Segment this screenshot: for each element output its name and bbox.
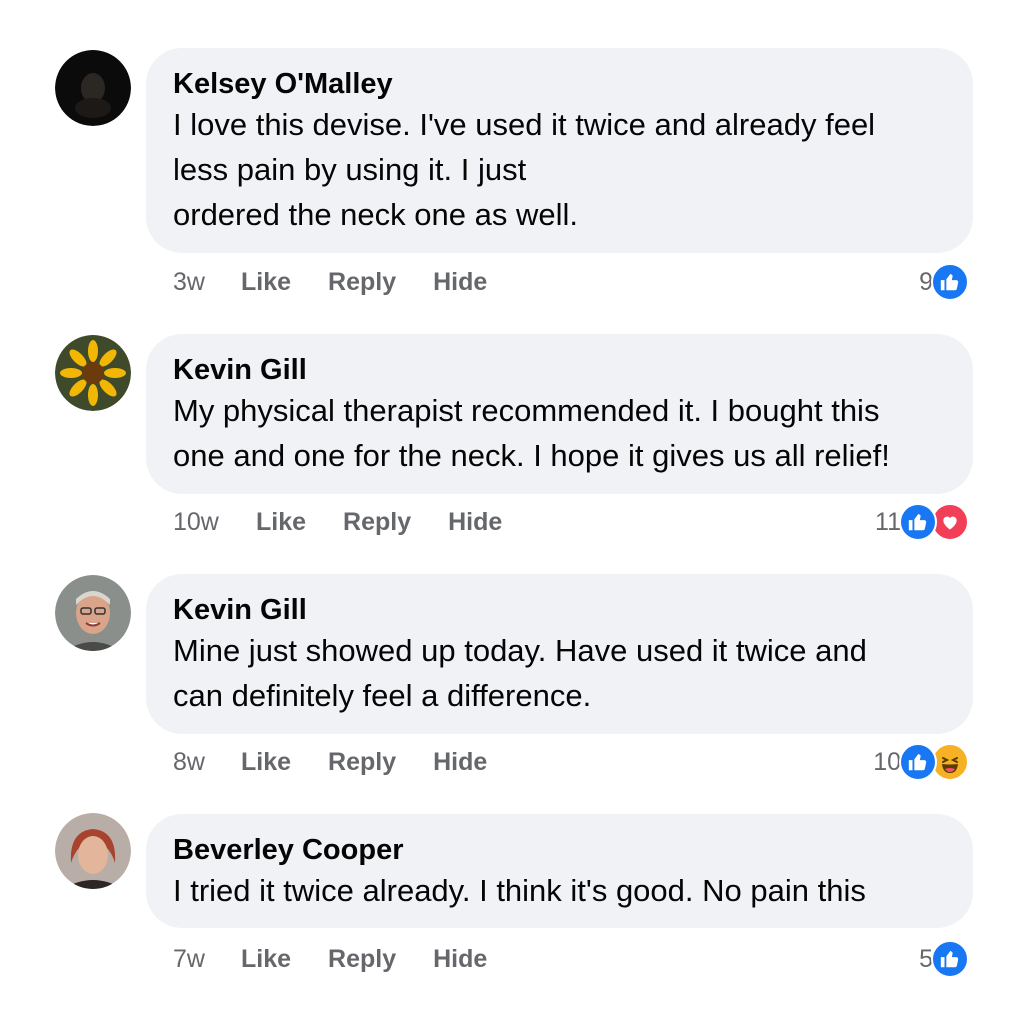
comment-text: My physical therapist recommended it. I … — [173, 393, 890, 473]
comment-actions: 8w Like Reply Hide — [173, 742, 524, 782]
comment-text: I love this devise. I've used it twice a… — [173, 107, 876, 232]
reaction-summary[interactable]: 9 — [919, 262, 969, 302]
comment-author[interactable]: Kevin Gill — [173, 592, 946, 628]
like-button[interactable]: Like — [241, 748, 291, 777]
avatar[interactable] — [55, 335, 131, 411]
avatar[interactable] — [55, 575, 131, 651]
comment-text: Mine just showed up today. Have used it … — [173, 633, 867, 713]
like-button[interactable]: Like — [241, 945, 291, 974]
comment-timestamp[interactable]: 8w — [173, 748, 241, 777]
hide-button[interactable]: Hide — [433, 268, 487, 297]
comment-bubble: Kevin Gill My physical therapist recomme… — [146, 334, 973, 494]
like-reaction-icon — [899, 503, 937, 541]
comment-actions: 7w Like Reply Hide — [173, 939, 524, 979]
like-button[interactable]: Like — [256, 508, 306, 537]
comment-actions: 10w Like Reply Hide — [173, 502, 539, 542]
comment-actions: 3w Like Reply Hide — [173, 262, 524, 302]
comment-author[interactable]: Kevin Gill — [173, 352, 946, 388]
comment-timestamp[interactable]: 10w — [173, 508, 256, 537]
reply-button[interactable]: Reply — [343, 508, 411, 537]
avatar[interactable] — [55, 50, 131, 126]
like-reaction-icon — [899, 743, 937, 781]
reaction-summary[interactable]: 10 — [873, 742, 969, 782]
reaction-summary[interactable]: 5 — [919, 939, 969, 979]
reply-button[interactable]: Reply — [328, 748, 396, 777]
comment-text: I tried it twice already. I think it's g… — [173, 873, 866, 908]
like-reaction-icon — [931, 940, 969, 978]
comment-author[interactable]: Beverley Cooper — [173, 832, 946, 868]
reaction-count: 11 — [875, 507, 901, 536]
comment-bubble: Kevin Gill Mine just showed up today. Ha… — [146, 574, 973, 734]
avatar[interactable] — [55, 813, 131, 889]
hide-button[interactable]: Hide — [448, 508, 502, 537]
comment-timestamp[interactable]: 3w — [173, 268, 241, 297]
like-button[interactable]: Like — [241, 268, 291, 297]
reaction-summary[interactable]: 11 — [875, 502, 969, 542]
reply-button[interactable]: Reply — [328, 268, 396, 297]
comment-author[interactable]: Kelsey O'Malley — [173, 66, 946, 102]
like-reaction-icon — [931, 263, 969, 301]
reply-button[interactable]: Reply — [328, 945, 396, 974]
comment-bubble: Kelsey O'Malley I love this devise. I've… — [146, 48, 973, 253]
comment-timestamp[interactable]: 7w — [173, 945, 241, 974]
hide-button[interactable]: Hide — [433, 945, 487, 974]
reaction-count: 10 — [873, 747, 901, 776]
comment-bubble: Beverley Cooper I tried it twice already… — [146, 814, 973, 928]
hide-button[interactable]: Hide — [433, 748, 487, 777]
